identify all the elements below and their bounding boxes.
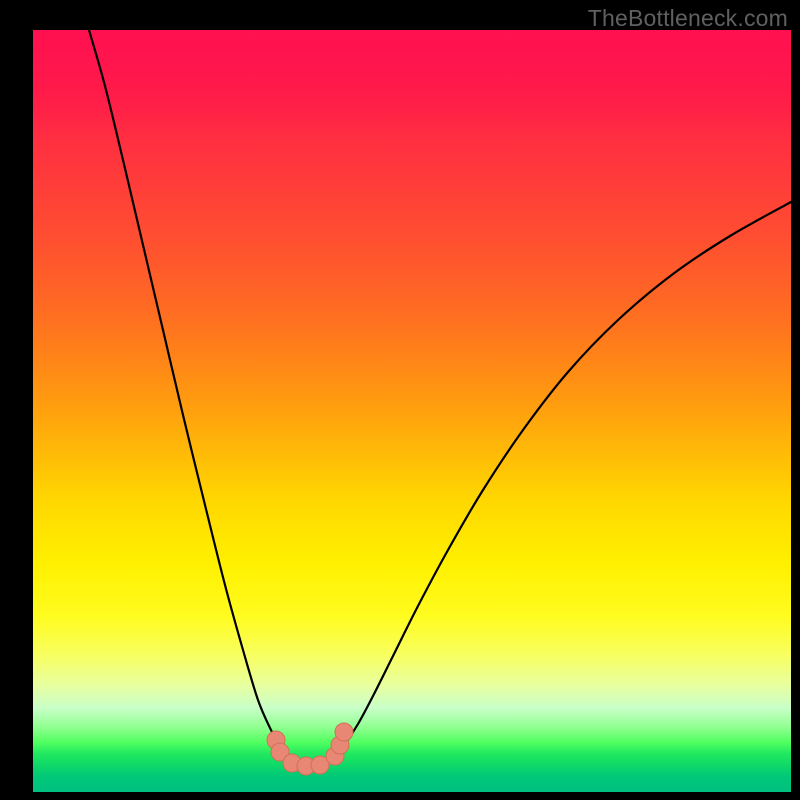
marker-layer	[33, 30, 791, 792]
chart-plot-area	[33, 30, 791, 792]
watermark-text: TheBottleneck.com	[588, 5, 788, 32]
data-marker	[335, 723, 353, 741]
